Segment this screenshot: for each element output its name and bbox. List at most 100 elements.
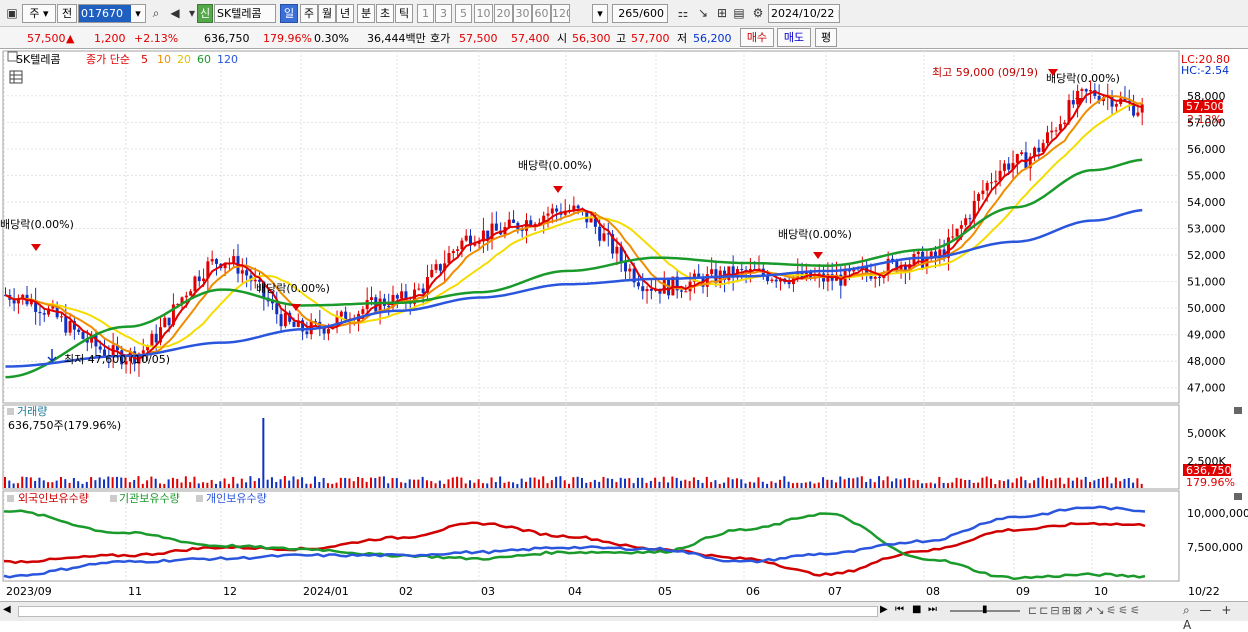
slider-handle-icon[interactable]: ▮ — [982, 604, 988, 615]
price-tick: 58,000 — [1187, 90, 1226, 103]
volume-bar — [12, 483, 15, 488]
gear-icon[interactable]: ⚙ — [749, 4, 767, 23]
rewind-icon[interactable]: ⏮ — [895, 604, 904, 615]
save-icon[interactable]: ▤ — [730, 4, 748, 23]
panel-toggle-icon[interactable] — [7, 495, 14, 502]
volume-bar — [529, 477, 532, 488]
volume-bar — [1054, 478, 1057, 488]
window-icon[interactable]: ▣ — [3, 4, 21, 23]
volume-bar — [998, 480, 1001, 488]
search-icon[interactable]: ⌕ — [147, 4, 165, 23]
volume-bar — [150, 476, 153, 488]
volume-bar — [417, 479, 420, 488]
interval-tab[interactable]: 60 — [532, 4, 551, 23]
interval-tab[interactable]: 120 — [551, 4, 570, 23]
scroll-left-icon[interactable]: ◀ — [3, 604, 11, 615]
volume-bar — [1028, 483, 1031, 488]
volume-panel — [2, 404, 1180, 490]
volume-bar — [305, 483, 308, 488]
volume-bar — [1050, 480, 1053, 488]
tool-icons[interactable]: ⊏⊏⊟⊞⊠↗↘⚟⚟⚟ — [1028, 604, 1142, 617]
volume-bar — [1011, 482, 1014, 488]
period-tab[interactable]: 초 — [376, 4, 394, 23]
interval-tab[interactable]: 20 — [494, 4, 513, 23]
interval-tab[interactable]: 1 — [417, 4, 434, 23]
volume-bar — [1106, 476, 1109, 488]
time-tick: 11 — [128, 585, 142, 598]
volume-bar — [1123, 478, 1126, 488]
range-select[interactable]: 전 — [57, 4, 77, 23]
volume-bar — [865, 482, 868, 488]
volume-bar — [477, 479, 480, 488]
scrollbar-track[interactable] — [18, 606, 878, 617]
candle-body — [1084, 89, 1088, 92]
period-tab[interactable]: 분 — [357, 4, 375, 23]
forward-icon[interactable]: ⏭ — [928, 604, 937, 615]
candle-body — [636, 282, 640, 287]
zoom-icons[interactable]: ⌕ — + A — [1183, 603, 1248, 632]
volume-bar — [1007, 479, 1010, 488]
date-input[interactable]: 2024/10/22 ▦ — [768, 4, 840, 23]
volume-bar — [361, 478, 364, 488]
volume-bar — [94, 480, 97, 488]
interval-tab[interactable]: 5 — [455, 4, 472, 23]
volume-bar — [1024, 480, 1027, 488]
candle-body — [421, 288, 425, 294]
table-icon[interactable] — [9, 70, 23, 84]
panel-close-icon[interactable] — [1234, 407, 1242, 414]
volume-bar — [352, 481, 355, 488]
candle-body — [684, 291, 688, 293]
volume-bar — [830, 479, 833, 488]
period-tab[interactable]: 틱 — [395, 4, 413, 23]
period-tab[interactable]: 주 — [300, 4, 318, 23]
interval-tab[interactable]: 10 — [474, 4, 493, 23]
volume-bar — [490, 477, 493, 488]
calendar-icon[interactable]: ▦ — [838, 7, 839, 20]
sell-button[interactable]: 매도 — [777, 28, 811, 47]
volume-bar — [817, 482, 820, 488]
stock-chart[interactable]: SK텔레콤 종가 단순 5 10 20 60 120 LC:20.80 HC:-… — [0, 49, 1248, 601]
interval-tab[interactable]: 30 — [513, 4, 532, 23]
period-tab[interactable]: 년 — [336, 4, 354, 23]
volume-bar — [425, 480, 428, 488]
candle-body — [598, 226, 602, 241]
legend-foreign: 외국인보유수량 — [18, 492, 89, 505]
legend-ma120: 120 — [217, 53, 238, 66]
volume-bar — [486, 483, 489, 488]
time-tick: 10/22 — [1188, 585, 1220, 598]
candle-body — [1050, 130, 1054, 133]
volume-bar — [107, 476, 110, 488]
period-tab[interactable]: 일 — [280, 4, 298, 23]
volume-bar — [339, 477, 342, 488]
chart-type-icon[interactable]: ⊞ — [713, 4, 731, 23]
interval-dropdown[interactable]: ▾ — [592, 4, 608, 23]
panel-close-icon[interactable] — [1234, 493, 1242, 500]
stop-icon[interactable]: ■ — [912, 604, 921, 615]
market-select[interactable]: 주 ▾ — [22, 4, 56, 23]
candle-body — [214, 259, 218, 264]
period-tab[interactable]: 월 — [318, 4, 336, 23]
volume-bar — [404, 482, 407, 488]
volume-bar — [232, 476, 235, 488]
draw-tool-icon[interactable]: ↘ — [694, 4, 712, 23]
scroll-right-icon[interactable]: ▶ — [880, 604, 888, 615]
volume-bar — [378, 476, 381, 488]
volume-bar — [572, 477, 575, 488]
bottom-bar: ◀ ▶ ⏮ ■ ⏭ ▮ ⊏⊏⊟⊞⊠↗↘⚟⚟⚟ ⌕ — + A — [0, 601, 1248, 632]
volume-bar — [546, 483, 549, 488]
candle-icon[interactable]: ⚏ — [674, 4, 692, 23]
volume-bar — [309, 483, 312, 488]
volume-bar — [507, 481, 510, 488]
price-panel — [2, 50, 1180, 404]
code-input[interactable]: 017670 ▾ — [78, 4, 146, 23]
eval-button[interactable]: 평 — [815, 28, 837, 47]
time-tick: 2023/09 — [6, 585, 52, 598]
speaker-icon[interactable]: ◀ — [166, 4, 184, 23]
count-input[interactable]: 265/600 — [612, 4, 668, 23]
panel-toggle-icon[interactable] — [7, 408, 14, 415]
volume-bar — [240, 478, 243, 488]
interval-tab[interactable]: 3 — [435, 4, 452, 23]
volume-bar — [658, 481, 661, 488]
legend-ma60: 60 — [197, 53, 211, 66]
buy-button[interactable]: 매수 — [740, 28, 774, 47]
